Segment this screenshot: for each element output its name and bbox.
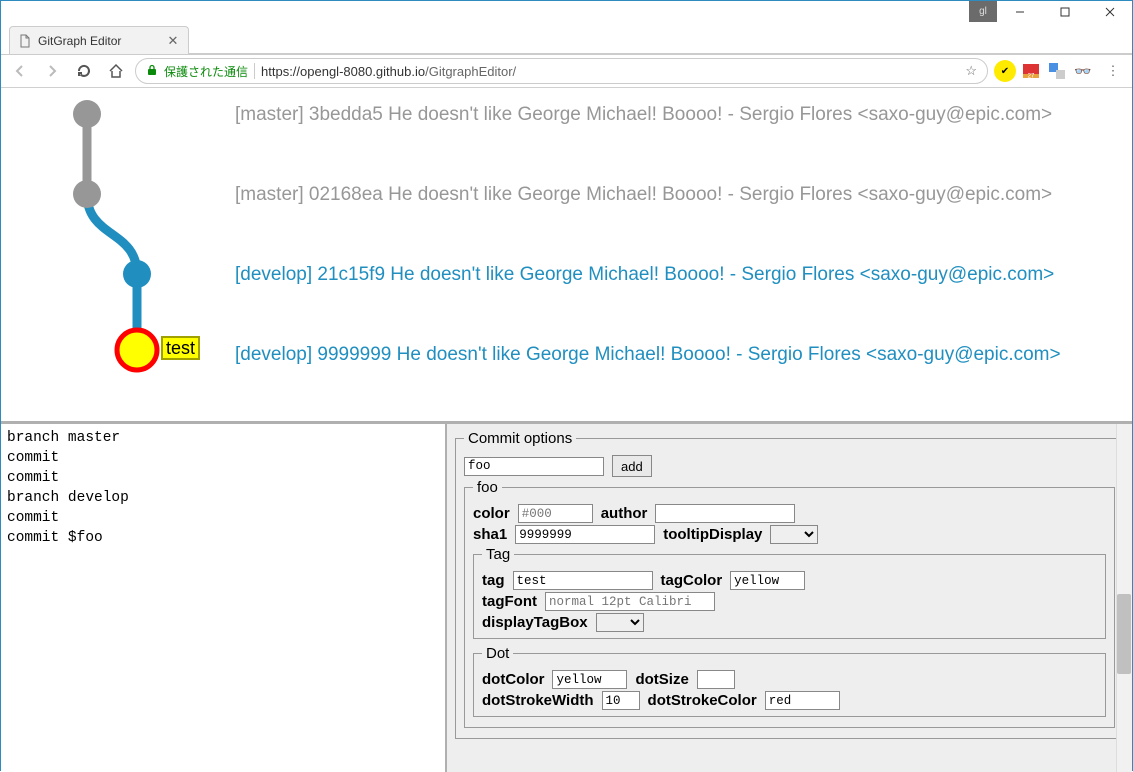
commit-message: [master] 02168ea He doesn't like George … (235, 184, 1052, 206)
window-titlebar: gl (1, 1, 1132, 22)
tab-title: GitGraph Editor (38, 34, 160, 48)
commit-message: [master] 3bedda5 He doesn't like George … (235, 104, 1052, 126)
address-bar[interactable]: 保護された通信 https://opengl-8080.github.io/Gi… (135, 58, 988, 84)
dotsize-input[interactable] (697, 670, 735, 689)
commit-tag-badge: test (161, 336, 200, 360)
author-input[interactable] (655, 504, 795, 523)
separator (254, 63, 255, 79)
displaytagbox-select[interactable] (596, 613, 644, 632)
commit-options-legend: Commit options (464, 430, 576, 447)
ext-translate-icon[interactable] (1046, 60, 1068, 82)
dot-legend: Dot (482, 645, 513, 662)
new-option-name-input[interactable] (464, 457, 604, 476)
commit-options-fieldset: Commit options add foo color author sha1 (455, 430, 1124, 739)
bookmark-star-icon[interactable]: ☆ (965, 63, 977, 79)
scrollbar-thumb[interactable] (1117, 594, 1131, 674)
dot-fieldset: Dot dotColor dotSize dotStrokeWidth dotS… (473, 645, 1106, 717)
scrollbar-track[interactable] (1116, 424, 1132, 772)
dotstrokewidth-label: dotStrokeWidth (482, 692, 594, 709)
svg-text:27: 27 (1028, 74, 1035, 80)
tagfont-input[interactable] (545, 592, 715, 611)
commit-message: [develop] 9999999 He doesn't like George… (235, 344, 1061, 366)
tab-gitgraph-editor[interactable]: GitGraph Editor ✕ (9, 26, 189, 54)
ext-flag-icon[interactable]: 27 (1020, 60, 1042, 82)
secure-label: 保護された通信 (164, 63, 248, 80)
tab-spacer (189, 26, 1132, 54)
tag-label: tag (482, 572, 505, 589)
tooltipdisplay-select[interactable] (770, 525, 818, 544)
dotcolor-input[interactable] (552, 670, 627, 689)
browser-toolbar: 保護された通信 https://opengl-8080.github.io/Gi… (1, 54, 1132, 88)
sha1-label: sha1 (473, 526, 507, 543)
url-text: https://opengl-8080.github.io/GitgraphEd… (261, 64, 516, 79)
dotsize-label: dotSize (635, 671, 688, 688)
page-content: [master] 3bedda5 He doesn't like George … (1, 88, 1132, 772)
reload-button[interactable] (71, 58, 97, 84)
sha1-input[interactable] (515, 525, 655, 544)
window-minimize[interactable] (997, 1, 1042, 22)
lock-icon (146, 64, 158, 79)
tab-strip: GitGraph Editor ✕ (1, 22, 1132, 54)
window-close[interactable] (1087, 1, 1132, 22)
extension-icons: ✔ 27 👓 (994, 60, 1094, 82)
tagcolor-label: tagColor (661, 572, 723, 589)
bottom-panel: branch master commit commit branch devel… (1, 421, 1132, 772)
dotstrokecolor-input[interactable] (765, 691, 840, 710)
tagfont-label: tagFont (482, 593, 537, 610)
page-icon (18, 34, 32, 48)
foo-group-fieldset: foo color author sha1 tooltipDisplay (464, 479, 1115, 728)
tab-close-icon[interactable]: ✕ (166, 34, 180, 48)
dotstrokewidth-input[interactable] (602, 691, 640, 710)
back-button[interactable] (7, 58, 33, 84)
dsl-editor[interactable]: branch master commit commit branch devel… (1, 424, 447, 772)
foo-group-legend: foo (473, 479, 502, 496)
options-panel: Commit options add foo color author sha1 (447, 424, 1132, 772)
commit-message: [develop] 21c15f9 He doesn't like George… (235, 264, 1054, 286)
ext-glasses-icon[interactable]: 👓 (1072, 60, 1094, 82)
window-badge: gl (969, 1, 997, 22)
tagcolor-input[interactable] (730, 571, 805, 590)
tag-input[interactable] (513, 571, 653, 590)
displaytagbox-label: displayTagBox (482, 614, 588, 631)
color-input[interactable] (518, 504, 593, 523)
window-maximize[interactable] (1042, 1, 1087, 22)
git-graph-canvas: [master] 3bedda5 He doesn't like George … (1, 88, 1132, 421)
ext-norton-icon[interactable]: ✔ (994, 60, 1016, 82)
dotstrokecolor-label: dotStrokeColor (648, 692, 757, 709)
browser-menu-icon[interactable]: ⋮ (1100, 63, 1126, 79)
color-label: color (473, 505, 510, 522)
graph-svg (1, 88, 1111, 421)
dotcolor-label: dotColor (482, 671, 544, 688)
tag-legend: Tag (482, 546, 514, 563)
author-label: author (601, 505, 648, 522)
home-button[interactable] (103, 58, 129, 84)
forward-button[interactable] (39, 58, 65, 84)
tooltipdisplay-label: tooltipDisplay (663, 526, 762, 543)
add-button[interactable]: add (612, 455, 652, 477)
tag-fieldset: Tag tag tagColor tagFont displayTa (473, 546, 1106, 639)
